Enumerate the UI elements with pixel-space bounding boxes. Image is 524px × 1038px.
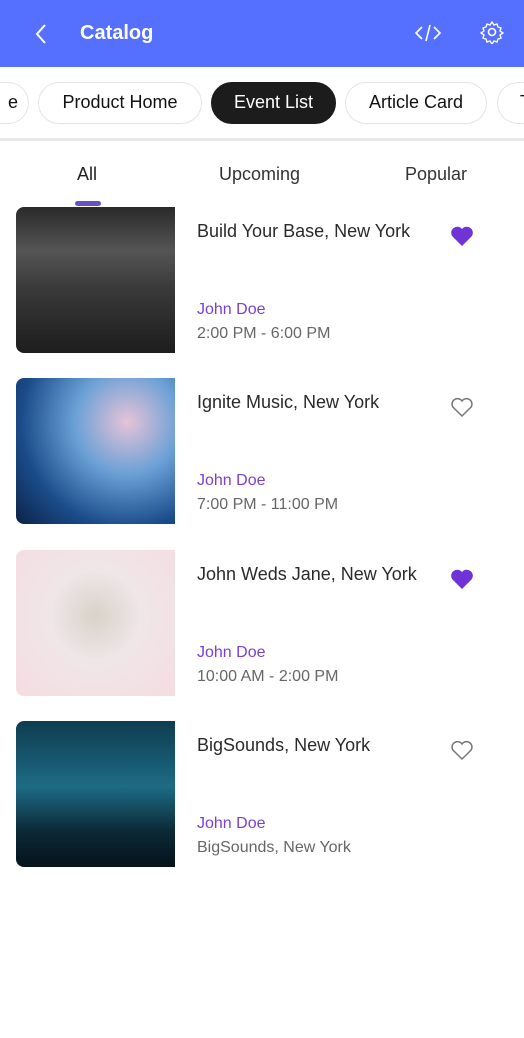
event-title: Build Your Base, New York [197, 221, 411, 241]
chip-next[interactable]: T [497, 82, 524, 124]
event-organizer[interactable]: John Doe [197, 472, 266, 490]
tab-indicator [75, 201, 101, 206]
heart-filled-icon[interactable] [450, 568, 474, 590]
event-time: 10:00 AM - 2:00 PM [197, 668, 339, 685]
event-time: 2:00 PM - 6:00 PM [197, 325, 331, 342]
event-title: BigSounds, New York [197, 735, 371, 755]
event-title: Ignite Music, New York [197, 392, 380, 412]
chip-product-home[interactable]: Product Home [38, 82, 202, 124]
heart-outline-icon[interactable] [450, 396, 474, 418]
divider [0, 138, 524, 141]
chip-previous[interactable]: e [0, 82, 29, 124]
tab-popular[interactable]: Popular [405, 164, 467, 185]
chip-article-card[interactable]: Article Card [345, 82, 487, 124]
event-card[interactable]: Build Your Base, New York John Doe 2:00 … [0, 207, 524, 353]
event-organizer[interactable]: John Doe [197, 301, 266, 319]
event-card[interactable]: John Weds Jane, New York John Doe 10:00 … [0, 550, 524, 696]
tab-upcoming[interactable]: Upcoming [219, 164, 300, 185]
event-organizer[interactable]: John Doe [197, 815, 266, 833]
chip-event-list[interactable]: Event List [211, 82, 336, 124]
event-image [16, 378, 175, 524]
chevron-left-icon[interactable] [30, 20, 54, 48]
event-location: BigSounds, New York [197, 839, 351, 856]
app-header: Catalog [0, 0, 524, 67]
page-title: Catalog [80, 22, 154, 44]
event-title: John Weds Jane, New York [197, 564, 417, 584]
event-organizer[interactable]: John Doe [197, 644, 266, 662]
event-card[interactable]: BigSounds, New York John Doe BigSounds, … [0, 721, 524, 867]
event-card[interactable]: Ignite Music, New York John Doe 7:00 PM … [0, 378, 524, 524]
chip-bar: e Product Home Event List Article Card T [0, 82, 524, 124]
gear-icon[interactable] [480, 20, 504, 44]
heart-filled-icon[interactable] [450, 225, 474, 247]
event-time: 7:00 PM - 11:00 PM [197, 496, 339, 513]
event-image [16, 550, 175, 696]
event-image [16, 721, 175, 867]
heart-outline-icon[interactable] [450, 739, 474, 761]
tab-all[interactable]: All [77, 164, 97, 185]
code-icon[interactable] [414, 21, 442, 45]
event-image [16, 207, 175, 353]
